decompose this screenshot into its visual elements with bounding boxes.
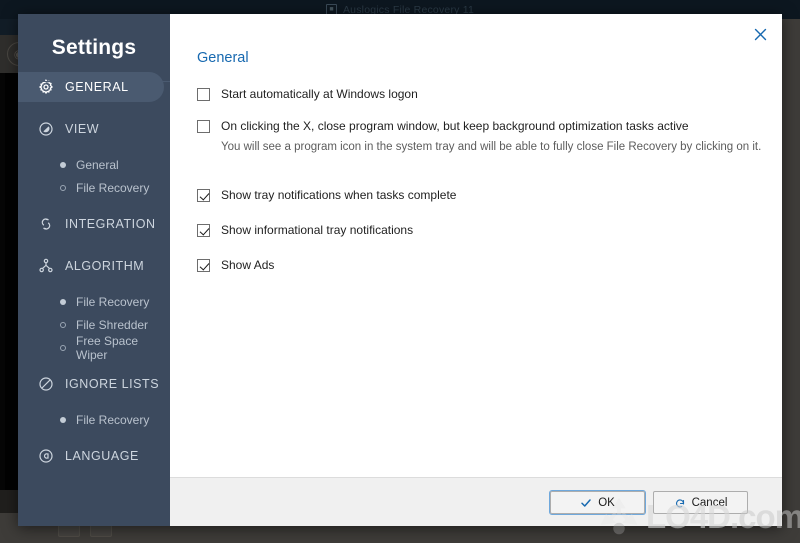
sidebar-subitem-label: Free Space Wiper [76,333,139,362]
option-informational-tray-notifications[interactable]: Show informational tray notifications [197,223,782,237]
checkbox-start-automatically[interactable] [197,88,210,101]
sidebar-subitem-free-space-wiper[interactable]: Free Space Wiper [18,333,170,362]
option-show-ads[interactable]: Show Ads [197,258,782,272]
block-icon [38,376,54,392]
sidebar-subitem-label: General [76,157,119,172]
bullet-hollow-icon [60,184,66,191]
eye-icon [38,121,54,137]
sidebar-subitem-label: File Recovery [76,412,150,427]
cancel-button[interactable]: Cancel [653,491,748,514]
page-title: General [197,50,249,66]
dialog-footer: OK Cancel [170,477,782,526]
language-icon [38,448,54,464]
sidebar-item-integration[interactable]: INTEGRATION [18,209,170,239]
option-description: You will see a program icon in the syste… [221,141,762,153]
sidebar-subitem-ignore-file-recovery[interactable]: File Recovery [18,408,170,431]
bullet-filled-icon [60,161,66,168]
nodes-icon [38,258,54,274]
option-label: Show informational tray notifications [221,223,414,237]
undo-icon [674,497,686,509]
settings-title: Settings [51,36,137,59]
option-label: On clicking the X, close program window,… [221,119,689,133]
settings-sidebar: Settings GENERAL VIEW General File Recov… [18,14,170,526]
checkbox-show-ads[interactable] [197,259,210,272]
bullet-hollow-icon [60,321,66,328]
sidebar-item-label: ALGORITHM [65,259,145,273]
checkbox-informational-tray-notifications[interactable] [197,224,210,237]
cancel-button-label: Cancel [691,496,728,509]
sidebar-subitem-label: File Recovery [76,294,150,309]
close-icon[interactable] [748,22,772,46]
link-icon [38,216,54,232]
ok-button-label: OK [598,496,615,509]
sidebar-item-label: LANGUAGE [65,449,139,463]
settings-nav: GENERAL VIEW General File Recovery INTEG… [18,60,170,471]
sidebar-item-ignore-lists[interactable]: IGNORE LISTS [18,369,170,399]
option-tray-notifications-complete[interactable]: Show tray notifications when tasks compl… [197,188,782,202]
option-label: Start automatically at Windows logon [221,87,418,101]
sidebar-subitem-label: File Recovery [76,180,150,195]
options-list: Start automatically at Windows logon On … [170,66,782,272]
sidebar-divider [18,81,170,82]
sidebar-item-label: VIEW [65,122,100,136]
sidebar-item-language[interactable]: LANGUAGE [18,441,170,471]
checkbox-close-to-tray[interactable] [197,120,210,133]
sidebar-item-algorithm[interactable]: ALGORITHM [18,251,170,281]
sidebar-item-label: IGNORE LISTS [65,377,160,391]
sidebar-subitem-view-general[interactable]: General [18,153,170,176]
sidebar-subitem-algorithm-file-recovery[interactable]: File Recovery [18,290,170,313]
sidebar-item-general[interactable]: GENERAL [18,72,164,102]
option-close-to-tray[interactable]: On clicking the X, close program window,… [197,119,782,133]
sidebar-subitem-view-file-recovery[interactable]: File Recovery [18,176,170,199]
option-label: Show Ads [221,258,275,272]
option-start-automatically[interactable]: Start automatically at Windows logon [197,87,782,101]
bullet-filled-icon [60,416,66,423]
check-icon [580,497,592,509]
settings-content: General Start automatically at Windows l… [170,14,782,526]
settings-dialog: Settings GENERAL VIEW General File Recov… [18,14,782,526]
option-label: Show tray notifications when tasks compl… [221,188,457,202]
sidebar-item-label: INTEGRATION [65,217,156,231]
bullet-hollow-icon [60,344,66,351]
bullet-filled-icon [60,298,66,305]
ok-button[interactable]: OK [549,490,646,515]
sidebar-item-label: GENERAL [65,80,129,94]
sidebar-item-view[interactable]: VIEW [18,114,170,144]
background-left-edge [0,35,5,513]
sidebar-subitem-label: File Shredder [76,317,149,332]
checkbox-tray-notifications-complete[interactable] [197,189,210,202]
